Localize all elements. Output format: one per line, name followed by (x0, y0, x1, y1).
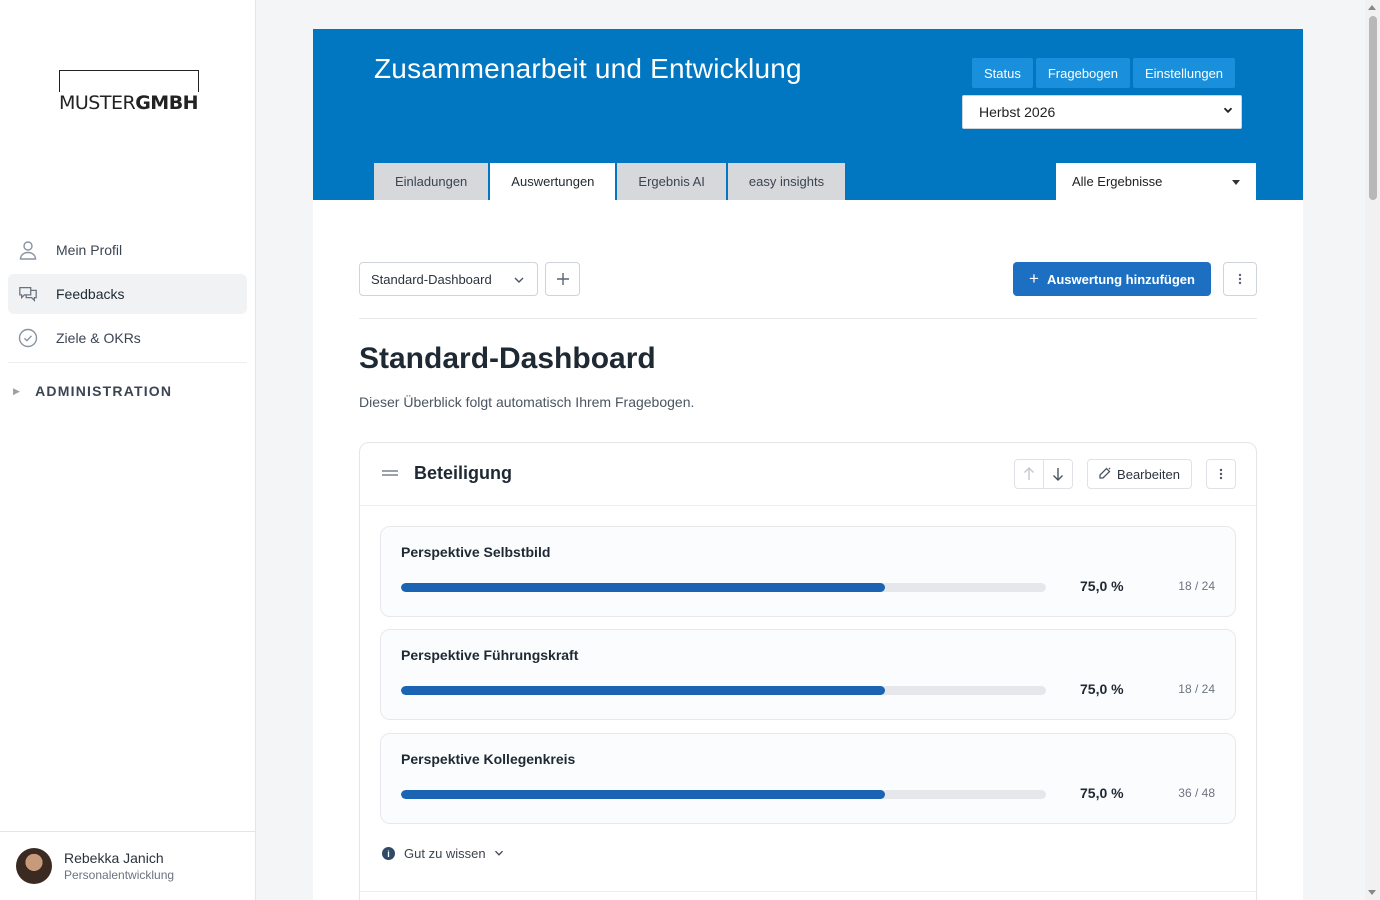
dashboard-select[interactable]: Standard-Dashboard (359, 262, 538, 296)
progress-bar-fill (401, 686, 885, 695)
plus-icon (556, 273, 569, 285)
sidebar-item-label: Ziele & OKRs (56, 330, 141, 346)
pencil-icon (1099, 467, 1111, 482)
user-profile[interactable]: Rebekka Janich Personalentwicklung (0, 831, 256, 900)
card-more-button[interactable] (1206, 459, 1236, 489)
header-actions: Status Fragebogen Einstellungen (972, 58, 1236, 88)
page-title: Zusammenarbeit und Entwicklung (374, 53, 802, 84)
questionnaire-button[interactable]: Fragebogen (1035, 58, 1130, 88)
dashboard-more-button[interactable] (1223, 262, 1257, 296)
period-select[interactable]: Herbst 2026 (962, 95, 1242, 129)
dashboard-select-value: Standard-Dashboard (371, 271, 492, 287)
card-title: Beteiligung (414, 463, 512, 483)
results-filter-value: Alle Ergebnisse (1072, 174, 1163, 189)
chat-icon (18, 284, 38, 304)
avatar (16, 848, 52, 884)
progress-bar-fill (401, 790, 885, 799)
tab-auswertungen[interactable]: Auswertungen (490, 163, 616, 200)
perspective-title: Perspektive Kollegenkreis (401, 751, 576, 767)
sidebar-item-label: Mein Profil (56, 242, 123, 258)
period-select-value: Herbst 2026 (979, 104, 1056, 120)
sidebar-item-feedbacks[interactable]: Feedbacks (8, 274, 247, 314)
caret-down-icon (1232, 180, 1240, 185)
more-vertical-icon (1219, 468, 1223, 480)
chevron-down-icon (1223, 105, 1233, 118)
logo-text-part1: MUSTER (59, 92, 136, 114)
status-button[interactable]: Status (972, 58, 1033, 88)
chevron-down-icon (494, 846, 504, 861)
edit-button[interactable]: Bearbeiten (1087, 459, 1192, 489)
reorder-buttons (1014, 459, 1073, 489)
new-dashboard-button[interactable] (545, 262, 580, 296)
arrow-down-icon (1052, 468, 1063, 481)
logo-text: MUSTERGMBH (59, 92, 203, 114)
edit-label: Bearbeiten (1117, 466, 1180, 482)
tab-easy-insights[interactable]: easy insights (727, 163, 846, 200)
perspective-count: 18 / 24 (1178, 682, 1215, 696)
page-scrollbar[interactable] (1365, 0, 1380, 900)
sidebar: MUSTERGMBH Mein Profil Feedbacks Ziele &… (0, 0, 256, 900)
perspective-fuehrungskraft: Perspektive Führungskraft 75,0 % 18 / 24 (380, 629, 1236, 720)
sidebar-item-mein-profil[interactable]: Mein Profil (8, 230, 247, 270)
results-filter-select[interactable]: Alle Ergebnisse (1056, 163, 1256, 200)
perspective-selbstbild: Perspektive Selbstbild 75,0 % 18 / 24 (380, 526, 1236, 617)
perspective-count: 18 / 24 (1178, 579, 1215, 593)
arrow-up-icon (1023, 467, 1034, 480)
plus-icon: + (1029, 269, 1039, 288)
main-content: Standard-Dashboard + Auswertung hinzufüg… (313, 200, 1303, 900)
scroll-down-icon[interactable] (1368, 890, 1376, 895)
toolbar-divider (359, 318, 1257, 319)
drag-handle-icon[interactable] (382, 470, 398, 476)
settings-button[interactable]: Einstellungen (1132, 58, 1236, 88)
card-header: Beteiligung Bearbeiten (360, 443, 1256, 506)
good-to-know-toggle[interactable]: i Gut zu wissen (382, 846, 504, 861)
tab-bar: Einladungen Auswertungen Ergebnis AI eas… (374, 163, 846, 200)
sidebar-section-administration[interactable]: ▶ ADMINISTRATION (8, 363, 247, 419)
good-to-know-label: Gut zu wissen (404, 846, 486, 861)
add-evaluation-button[interactable]: + Auswertung hinzufügen (1013, 262, 1211, 296)
perspective-percent: 75,0 % (1080, 681, 1124, 697)
caret-right-icon: ▶ (13, 385, 22, 396)
perspective-count: 36 / 48 (1178, 786, 1215, 800)
scroll-up-icon[interactable] (1368, 5, 1376, 10)
progress-bar (401, 583, 1046, 592)
more-vertical-icon (1238, 273, 1242, 285)
dashboard-title: Standard-Dashboard (359, 342, 656, 375)
perspective-title: Perspektive Führungskraft (401, 647, 579, 663)
sidebar-nav: Mein Profil Feedbacks Ziele & OKRs ▶ ADM… (8, 230, 247, 419)
logo-text-part2: GMBH (135, 92, 199, 114)
admin-label: ADMINISTRATION (35, 383, 173, 399)
move-up-button[interactable] (1015, 460, 1044, 488)
check-circle-icon (18, 328, 38, 348)
progress-bar (401, 790, 1046, 799)
progress-bar-fill (401, 583, 885, 592)
card-footer-divider (360, 891, 1256, 892)
perspective-kollegenkreis: Perspektive Kollegenkreis 75,0 % 36 / 48 (380, 733, 1236, 824)
perspective-title: Perspektive Selbstbild (401, 544, 551, 560)
survey-header: Zusammenarbeit und Entwicklung Status Fr… (313, 29, 1303, 200)
dashboard-toolbar: Standard-Dashboard + Auswertung hinzufüg… (359, 262, 1257, 296)
move-down-button[interactable] (1044, 460, 1072, 488)
perspective-percent: 75,0 % (1080, 578, 1124, 594)
participation-card: Beteiligung Bearbeiten Perspektive Selbs… (359, 442, 1257, 900)
tab-einladungen[interactable]: Einladungen (374, 163, 489, 200)
user-name: Rebekka Janich (64, 850, 164, 866)
progress-bar (401, 686, 1046, 695)
dashboard-subtitle: Dieser Überblick folgt automatisch Ihrem… (359, 394, 695, 410)
user-info: Rebekka Janich Personalentwicklung (64, 850, 174, 882)
scrollbar-thumb[interactable] (1369, 16, 1377, 200)
info-icon: i (382, 847, 395, 860)
perspective-percent: 75,0 % (1080, 785, 1124, 801)
chevron-down-icon (513, 274, 525, 289)
sidebar-item-label: Feedbacks (56, 286, 125, 302)
user-role: Personalentwicklung (64, 868, 175, 882)
company-logo[interactable]: MUSTERGMBH (59, 70, 203, 114)
tab-ergebnis-ai[interactable]: Ergebnis AI (617, 163, 726, 200)
add-evaluation-label: Auswertung hinzufügen (1046, 271, 1195, 287)
sidebar-item-ziele-okrs[interactable]: Ziele & OKRs (8, 318, 247, 358)
user-icon (18, 240, 38, 260)
